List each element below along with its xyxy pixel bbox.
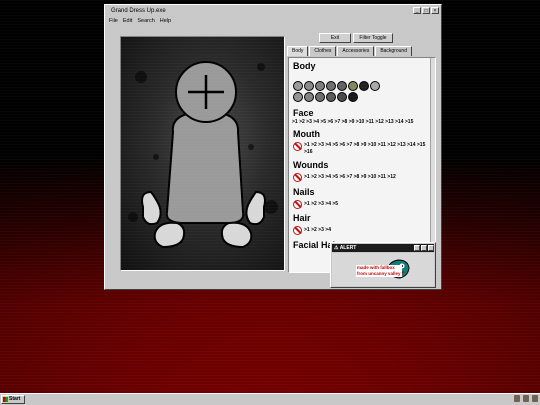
category-tabs: Body Clothes Accessories Background xyxy=(287,46,412,56)
maximize-button[interactable]: □ xyxy=(422,7,430,14)
section-face-title: Face xyxy=(293,108,314,118)
alert-close-button[interactable] xyxy=(428,244,434,251)
alert-minimize-button[interactable] xyxy=(414,244,420,251)
menu-search[interactable]: Search xyxy=(137,17,154,25)
filter-toggle-button[interactable]: Filter Toggle xyxy=(353,33,393,43)
body-color-swatch[interactable] xyxy=(326,81,336,91)
tab-clothes[interactable]: Clothes xyxy=(309,46,337,56)
hair-none-icon[interactable] xyxy=(293,226,302,235)
body-color-swatch[interactable] xyxy=(293,92,303,102)
alert-credit-text: made with fallbox from uncanny valley xyxy=(356,265,402,277)
tray-icon-1[interactable] xyxy=(514,395,520,402)
section-nails-title: Nails xyxy=(293,187,315,197)
section-wounds-title: Wounds xyxy=(293,160,329,170)
character-preview xyxy=(120,36,285,271)
tray-icon-3[interactable] xyxy=(532,395,538,402)
tray-icon-2[interactable] xyxy=(523,395,529,402)
nails-none-icon[interactable] xyxy=(293,200,302,209)
system-tray xyxy=(514,395,538,402)
options-panel: Body Face >1 >2 >3 >4 >5 >6 >7 >8 >9 >10… xyxy=(288,57,436,273)
menu-edit[interactable]: Edit xyxy=(123,17,132,25)
mouth-options[interactable]: >1 >2 >3 >4 >5 >6 >7 >8 >9 >10 >11 >12 >… xyxy=(304,142,426,156)
tab-background[interactable]: Background xyxy=(375,46,412,56)
alert-maximize-button[interactable] xyxy=(421,244,427,251)
body-color-swatch[interactable] xyxy=(326,92,336,102)
body-color-swatch[interactable] xyxy=(293,81,303,91)
panel-scrollbar[interactable] xyxy=(430,58,435,272)
body-color-swatch[interactable] xyxy=(304,92,314,102)
character-figure xyxy=(128,61,278,249)
body-color-swatch[interactable] xyxy=(315,81,325,91)
window-title: Grand Dress Up.exe xyxy=(111,8,166,14)
alert-body: made with fallbox from uncanny valley xyxy=(332,253,434,286)
face-options[interactable]: >1 >2 >3 >4 >5 >6 >7 >8 >9 >10 >11 >12 >… xyxy=(292,119,426,126)
tab-body[interactable]: Body xyxy=(287,46,309,56)
windows-logo-icon xyxy=(3,397,8,402)
body-color-swatch[interactable] xyxy=(348,81,358,91)
menu-help[interactable]: Help xyxy=(160,17,171,25)
wounds-options[interactable]: >1 >2 >3 >4 >5 >6 >7 >8 >9 >10 >11 >12 xyxy=(304,174,426,181)
alert-title: ⚠ ALERT xyxy=(334,245,357,251)
section-hair-title: Hair xyxy=(293,213,311,223)
body-color-swatch[interactable] xyxy=(348,92,358,102)
alert-window: ⚠ ALERT made with fallbox from uncanny v… xyxy=(330,242,436,288)
minimize-button[interactable]: _ xyxy=(413,7,421,14)
nails-options[interactable]: >1 >2 >3 >4 >5 xyxy=(304,201,426,208)
body-color-swatches xyxy=(293,81,389,102)
tab-accessories[interactable]: Accessories xyxy=(337,46,375,56)
menu-file[interactable]: File xyxy=(109,17,118,25)
start-label: Start xyxy=(9,396,21,402)
mouth-none-icon[interactable] xyxy=(293,142,302,151)
alert-titlebar[interactable]: ⚠ ALERT xyxy=(332,244,434,252)
window-titlebar[interactable]: Grand Dress Up.exe _ □ × xyxy=(107,7,439,16)
close-button[interactable]: × xyxy=(431,7,439,14)
body-color-swatch[interactable] xyxy=(304,81,314,91)
wounds-none-icon[interactable] xyxy=(293,173,302,182)
menu-bar: File Edit Search Help xyxy=(109,17,171,25)
body-color-swatch[interactable] xyxy=(337,81,347,91)
body-color-swatch[interactable] xyxy=(337,92,347,102)
exit-button[interactable]: Exit xyxy=(319,33,351,43)
hair-options[interactable]: >1 >2 >3 >4 xyxy=(304,227,426,234)
body-color-swatch[interactable] xyxy=(359,81,369,91)
body-color-swatch[interactable] xyxy=(370,81,380,91)
body-color-swatch[interactable] xyxy=(315,92,325,102)
taskbar: Start xyxy=(0,393,540,405)
section-body-title: Body xyxy=(293,61,316,71)
start-button[interactable]: Start xyxy=(1,395,25,404)
section-mouth-title: Mouth xyxy=(293,129,320,139)
